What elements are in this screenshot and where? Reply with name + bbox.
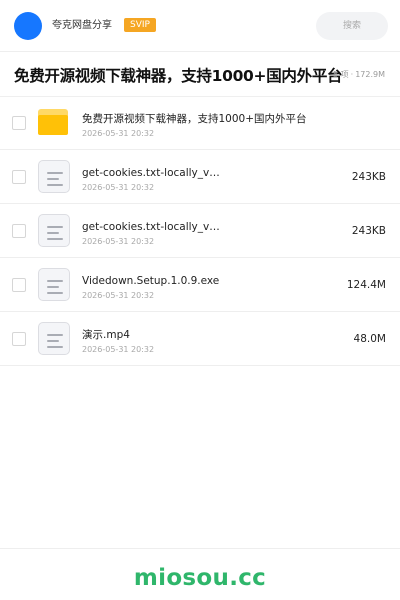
row-checkbox[interactable]	[12, 278, 26, 292]
file-size: 243KB	[351, 171, 386, 183]
file-row[interactable]: Videdown.Setup.1.0.9.exe 2026-05-31 20:3…	[0, 258, 400, 312]
file-list: 免费开源视频下载神器，支持1000+国内外平台 2026-05-31 20:32…	[0, 96, 400, 366]
folder-icon	[38, 106, 70, 140]
meta-separator: ·	[350, 70, 354, 79]
watermark: miosou.cc	[133, 565, 267, 591]
svip-badge: SVIP	[124, 18, 156, 32]
total-size: 172.9M	[355, 70, 385, 79]
file-name: 免费开源视频下载神器，支持1000+国内外平台	[82, 113, 307, 125]
file-row-folder[interactable]: 免费开源视频下载神器，支持1000+国内外平台 2026-05-31 20:32	[0, 96, 400, 150]
row-checkbox[interactable]	[12, 224, 26, 238]
file-row[interactable]: get-cookies.txt-locally_v… 2026-05-31 20…	[0, 204, 400, 258]
file-date: 2026-05-31 20:32	[82, 291, 155, 300]
share-owner-name: 夸克网盘分享	[52, 20, 112, 31]
avatar[interactable]	[14, 12, 42, 40]
file-size: 124.4M	[346, 279, 386, 291]
file-size: 48.0M	[353, 333, 386, 345]
file-name: 演示.mp4	[82, 329, 130, 341]
file-icon	[38, 322, 70, 356]
file-icon	[38, 214, 70, 248]
row-checkbox[interactable]	[12, 332, 26, 346]
search-input[interactable]: 搜索	[316, 12, 388, 40]
file-name: get-cookies.txt-locally_v…	[82, 221, 220, 233]
top-bar: 夸克网盘分享 SVIP 搜索	[0, 0, 400, 52]
file-icon	[38, 160, 70, 194]
file-date: 2026-05-31 20:32	[82, 129, 155, 138]
file-icon	[38, 268, 70, 302]
file-row[interactable]: 演示.mp4 2026-05-31 20:32 48.0M	[0, 312, 400, 366]
file-size: 243KB	[351, 225, 386, 237]
file-name: Videdown.Setup.1.0.9.exe	[82, 275, 220, 287]
file-row[interactable]: get-cookies.txt-locally_v… 2026-05-31 20…	[0, 150, 400, 204]
file-date: 2026-05-31 20:32	[82, 183, 155, 192]
share-title: 免费开源视频下载神器，支持1000+国内外平台	[14, 67, 343, 85]
row-checkbox[interactable]	[12, 116, 26, 130]
file-name: get-cookies.txt-locally_v…	[82, 167, 220, 179]
share-meta: 5 项 · 172.9M	[333, 67, 385, 83]
row-checkbox[interactable]	[12, 170, 26, 184]
file-date: 2026-05-31 20:32	[82, 237, 155, 246]
file-date: 2026-05-31 20:32	[82, 345, 155, 354]
item-count: 5 项	[333, 70, 349, 79]
